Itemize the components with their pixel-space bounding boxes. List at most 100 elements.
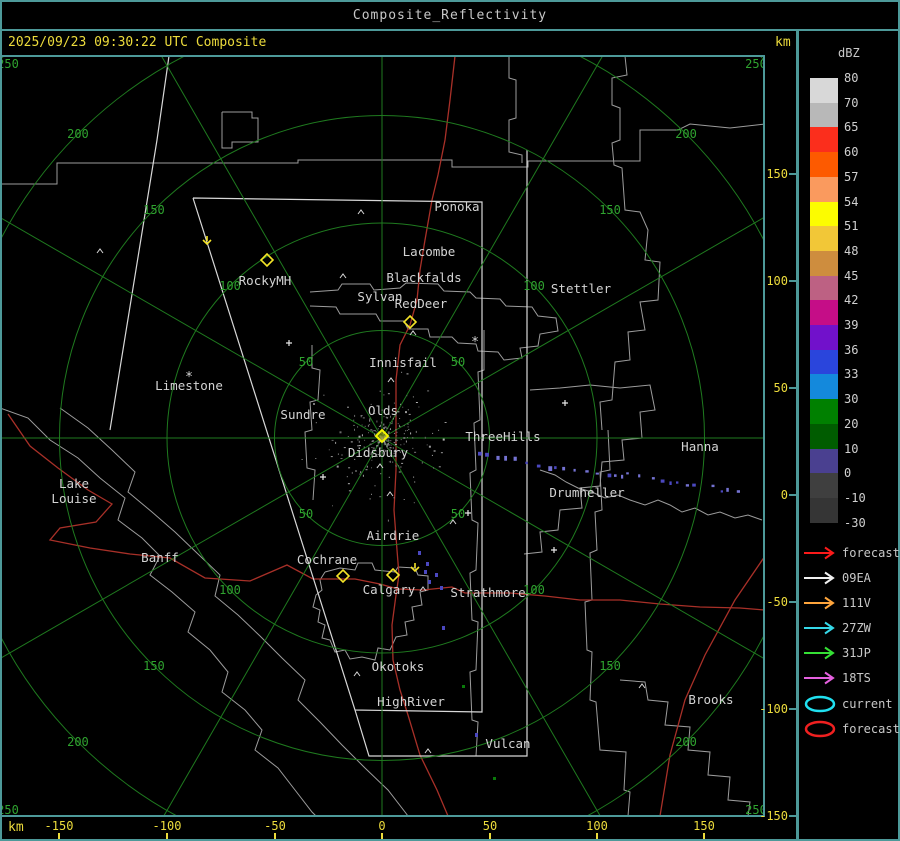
city-label: RedDeer (395, 296, 448, 311)
dbz-scale-label: 42 (844, 293, 859, 308)
clutter-speckle (383, 427, 386, 430)
clutter-speckle (367, 424, 369, 427)
dbz-scale-label: 48 (844, 243, 859, 258)
clutter-speckle (393, 497, 395, 499)
clutter-speckle (400, 403, 401, 405)
clutter-speckle (428, 445, 431, 448)
clutter-speckle (413, 502, 415, 504)
clutter-speckle (380, 424, 381, 427)
storm-track-speckle (496, 455, 500, 460)
clutter-speckle (354, 428, 355, 431)
clutter-speckle (415, 402, 418, 403)
bottom-axis-tick (596, 833, 598, 839)
clutter-speckle (350, 441, 353, 443)
right-panel-divider (796, 30, 799, 839)
city-label: Vulcan (485, 736, 530, 751)
clutter-speckle (387, 393, 390, 395)
legend-label: current (842, 697, 893, 711)
clutter-speckle (412, 396, 414, 398)
echo-dot (442, 626, 445, 630)
legend-ellipse-glyph (804, 695, 836, 713)
timestamp-label: 2025/09/23 09:30:22 UTC Composite (8, 35, 267, 50)
clutter-speckle (362, 474, 364, 477)
dbz-color-block (810, 152, 838, 178)
city-label: Banff (141, 550, 179, 565)
clutter-speckle (412, 447, 414, 449)
legend-label: 27ZW (842, 621, 871, 635)
right-axis-tick (789, 173, 796, 175)
dbz-color-block (810, 473, 838, 499)
clutter-speckle (386, 440, 388, 442)
clutter-speckle (368, 432, 369, 434)
city-label: Cochrane (297, 552, 357, 567)
right-axis-tick-label: 50 (773, 381, 788, 395)
legend-arrow-icon (804, 646, 835, 660)
clutter-speckle (383, 394, 385, 396)
dbz-scale-label: 70 (844, 95, 859, 110)
bottom-axis-tick-label: 100 (586, 819, 608, 833)
storm-track-speckle (638, 474, 641, 478)
range-ring-label: 200 (675, 127, 697, 141)
dbz-color-block (810, 201, 838, 227)
bottom-axis-tick-label: 50 (482, 819, 498, 833)
clutter-speckle (418, 406, 420, 408)
city-label: Strathmore (450, 585, 525, 600)
storm-track-speckle (607, 473, 612, 478)
dbz-color-block (810, 399, 838, 425)
dbz-scale-label: 10 (844, 441, 859, 456)
dbz-scale-label: 30 (844, 392, 859, 407)
range-ring-label: 250 (0, 803, 19, 817)
legend-row: forecast (800, 720, 900, 738)
bottom-axis: -150 -100 -50 0 50 100 150 (0, 817, 765, 839)
dbz-color-block (810, 423, 838, 449)
clutter-speckle (405, 411, 407, 414)
legend-row: forecast (800, 544, 900, 562)
storm-track-speckle (626, 472, 629, 475)
clutter-speckle (407, 409, 409, 411)
clutter-speckle (374, 433, 376, 436)
clutter-speckle (389, 429, 391, 430)
city-label: Calgary (363, 582, 416, 597)
dbz-color-scale: 80 70 65 60 57 54 51 48 45 42 39 36 33 30 20 10 0 -10 -30 (800, 55, 900, 555)
city-label: Sundre (280, 407, 325, 422)
clutter-speckle (380, 421, 382, 424)
dbz-scale-label: 54 (844, 194, 859, 209)
storm-track-speckle (676, 481, 679, 484)
range-ring-label: 100 (523, 583, 545, 597)
legend-row: 09EA (800, 569, 871, 587)
right-axis-tick (789, 708, 796, 710)
clutter-speckle (405, 430, 406, 432)
clutter-speckle (358, 440, 360, 443)
clutter-speckle (365, 469, 368, 471)
clutter-speckle (361, 424, 363, 426)
clutter-speckle (339, 431, 342, 434)
clutter-speckle (405, 440, 407, 443)
clutter-speckle (401, 371, 403, 373)
city-label: Lake (59, 476, 89, 491)
dbz-color-block (810, 497, 838, 524)
clutter-speckle (347, 483, 350, 485)
clutter-speckle (369, 419, 371, 422)
clutter-speckle (438, 429, 440, 431)
clutter-speckle (421, 461, 423, 464)
echo-dot (426, 562, 429, 566)
clutter-speckle (386, 427, 389, 429)
clutter-speckle (396, 435, 398, 437)
storm-track-speckle (562, 466, 566, 471)
clutter-speckle (340, 458, 343, 459)
clutter-speckle (335, 441, 337, 444)
range-ring-label: 200 (67, 735, 89, 749)
clutter-speckle (403, 437, 406, 439)
range-ring-label: 100 (219, 583, 241, 597)
dbz-scale-label: 45 (844, 268, 859, 283)
echo-dot (418, 551, 421, 555)
radar-map-canvas[interactable]: 50 50 50 50 100 100 100 100 150 150 150 150 200 200 20… (0, 55, 765, 817)
clutter-speckle (364, 425, 366, 427)
clutter-speckle (387, 519, 389, 522)
legend-row: 31JP (800, 644, 871, 662)
clutter-speckle (376, 420, 378, 423)
legend-arrow-glyph (804, 671, 835, 685)
clutter-speckle (341, 454, 343, 456)
clutter-speckle (444, 422, 447, 423)
bottom-axis-tick-label: -150 (44, 819, 74, 833)
